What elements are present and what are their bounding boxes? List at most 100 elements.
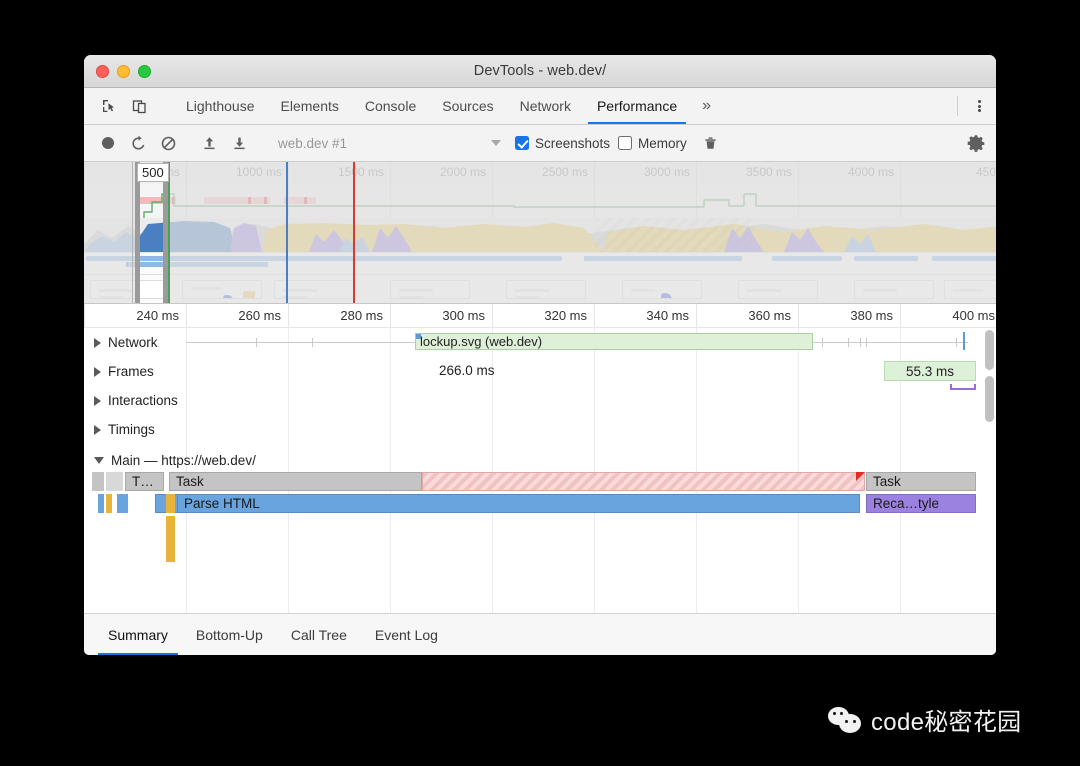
event-sliver[interactable]: [106, 494, 112, 513]
tab-label: Lighthouse: [186, 98, 255, 114]
flame-tick: 300 ms: [390, 304, 492, 327]
flame-tick-label: 300 ms: [442, 308, 485, 323]
flame-group-interactions[interactable]: Interactions: [84, 386, 996, 415]
flame-ruler: 240 ms 260 ms 280 ms 300 ms 320 ms 340 m…: [84, 304, 996, 328]
tab-label: Network: [519, 98, 571, 114]
trash-icon[interactable]: [697, 130, 725, 156]
flame-tick: 280 ms: [288, 304, 390, 327]
load-profile-icon[interactable]: [195, 130, 223, 156]
network-event-marker: [963, 332, 965, 350]
network-event-corner: [416, 334, 421, 339]
main-flame-row-1: Parse HTML Reca…tyle: [84, 494, 996, 514]
flame-scrollbar-track[interactable]: [985, 330, 994, 609]
checkbox-box-unchecked: [618, 136, 633, 150]
timeline-overview[interactable]: 500 ms 1000 ms 1500 ms 2000 ms 2500 ms 3…: [84, 162, 996, 304]
overview-guide-line: [132, 162, 133, 303]
kebab-menu-icon[interactable]: [962, 88, 996, 124]
event-recalculate-style[interactable]: Reca…tyle: [866, 494, 976, 513]
event-long-task-hatched[interactable]: [422, 472, 865, 491]
memory-checkbox[interactable]: Memory: [618, 136, 687, 151]
flame-tick-label: 280 ms: [340, 308, 383, 323]
tab-console[interactable]: Console: [352, 88, 429, 124]
flame-tick-label: 240 ms: [136, 308, 179, 323]
flame-tick-label: 340 ms: [646, 308, 689, 323]
event-sliver[interactable]: [122, 494, 128, 513]
flame-scrollbar-thumb[interactable]: [985, 376, 994, 422]
tab-lighthouse[interactable]: Lighthouse: [173, 88, 268, 124]
profile-select[interactable]: web.dev #1: [272, 131, 507, 155]
tab-elements[interactable]: Elements: [268, 88, 352, 124]
window-title: DevTools - web.dev/: [473, 63, 607, 79]
group-header-network[interactable]: Network: [94, 328, 158, 357]
network-marker: [956, 338, 957, 347]
frame-duration-right-box[interactable]: 55.3 ms: [884, 361, 976, 381]
tab-label: Sources: [442, 98, 494, 114]
network-marker: [822, 338, 823, 347]
btab-label: Event Log: [374, 626, 438, 643]
flame-group-timings[interactable]: Timings: [84, 415, 996, 444]
tab-label: Console: [364, 98, 417, 114]
group-label: Interactions: [108, 393, 178, 408]
event-task-right[interactable]: Task: [866, 472, 976, 491]
flame-scrollbar-thumb-top[interactable]: [985, 330, 994, 370]
flame-group-network[interactable]: Network lockup.svg (web.dev): [84, 328, 996, 357]
inspect-element-icon[interactable]: [96, 93, 122, 119]
group-header-main[interactable]: Main — https://web.dev/: [94, 446, 256, 475]
device-toolbar-icon[interactable]: [126, 93, 152, 119]
group-header-frames[interactable]: Frames: [94, 357, 154, 386]
event-sliver[interactable]: [98, 494, 104, 513]
flame-tick: 320 ms: [492, 304, 594, 327]
group-header-timings[interactable]: Timings: [94, 415, 155, 444]
group-header-interactions[interactable]: Interactions: [94, 386, 178, 415]
screenshots-checkbox[interactable]: Screenshots: [515, 136, 610, 151]
watermark-text: code秘密花园: [871, 709, 1022, 736]
gear-icon[interactable]: [962, 130, 990, 156]
reload-and-record-icon[interactable]: [124, 130, 152, 156]
event-label: Task: [176, 474, 204, 489]
event-sliver[interactable]: [166, 494, 175, 513]
tab-bottom-up[interactable]: Bottom-Up: [182, 614, 277, 655]
chevron-down-icon: [94, 457, 104, 464]
selection-time-badge: 500: [137, 163, 169, 182]
more-tabs-icon[interactable]: »: [690, 88, 723, 124]
btab-label: Bottom-Up: [195, 626, 263, 643]
tabstrip-right: [953, 88, 996, 124]
event-parse-html[interactable]: Parse HTML: [177, 494, 860, 513]
group-label: Main — https://web.dev/: [111, 453, 256, 468]
flame-group-rows: Network lockup.svg (web.dev) Frames 266.…: [84, 328, 996, 613]
event-label: Parse HTML: [184, 496, 260, 511]
tab-event-log[interactable]: Event Log: [361, 614, 452, 655]
tab-sources[interactable]: Sources: [429, 88, 506, 124]
tab-performance[interactable]: Performance: [584, 88, 690, 124]
panel-tabs: Lighthouse Elements Console Sources Netw…: [173, 88, 723, 124]
flame-chart-area[interactable]: 240 ms 260 ms 280 ms 300 ms 320 ms 340 m…: [84, 304, 996, 613]
main-flame-row-2: [84, 516, 996, 562]
watermark: code秘密花园: [828, 702, 1021, 737]
selection-handle-left[interactable]: [135, 162, 140, 303]
btab-label: Call Tree: [290, 626, 347, 643]
group-label: Timings: [108, 422, 155, 437]
flame-tick-label: 360 ms: [748, 308, 791, 323]
network-event-label: lockup.svg (web.dev): [420, 334, 543, 349]
memory-label: Memory: [638, 135, 687, 151]
devtools-tabstrip: Lighthouse Elements Console Sources Netw…: [84, 88, 996, 125]
network-event-bar[interactable]: lockup.svg (web.dev): [415, 333, 813, 350]
window-titlebar: DevTools - web.dev/: [84, 55, 996, 88]
btab-label: Summary: [108, 626, 168, 643]
clear-recording-icon[interactable]: [154, 130, 182, 156]
load-marker-line: [353, 162, 355, 303]
network-marker: [312, 338, 313, 347]
flame-group-main[interactable]: Main — https://web.dev/: [84, 446, 996, 475]
flame-tick: 400 ms: [900, 304, 996, 327]
flame-group-frames[interactable]: Frames 266.0 ms 55.3 ms: [84, 357, 996, 390]
tab-summary[interactable]: Summary: [94, 614, 182, 655]
record-icon[interactable]: [94, 130, 122, 156]
event-sliver[interactable]: [166, 516, 175, 562]
flame-tick: 340 ms: [594, 304, 696, 327]
flame-tick: 380 ms: [798, 304, 900, 327]
tab-call-tree[interactable]: Call Tree: [277, 614, 361, 655]
flame-tick-label: 260 ms: [238, 308, 281, 323]
save-profile-icon[interactable]: [225, 130, 253, 156]
tab-network[interactable]: Network: [507, 88, 584, 124]
event-label: Reca…tyle: [873, 496, 940, 511]
